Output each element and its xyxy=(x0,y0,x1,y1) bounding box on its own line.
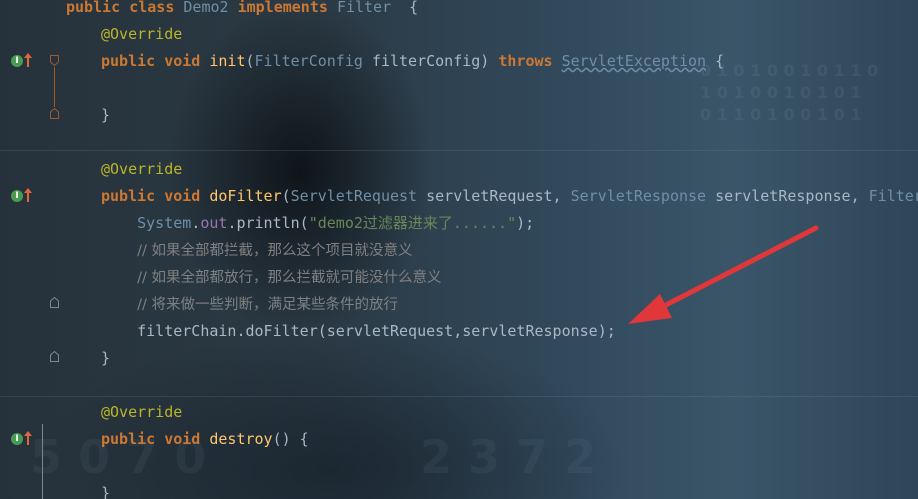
code-editor[interactable]: 5 0 7 0 2 3 7 2 0 1 0 1 0 0 1 0 1 1 01 0… xyxy=(0,0,918,499)
annotation-red-arrow xyxy=(628,225,819,324)
